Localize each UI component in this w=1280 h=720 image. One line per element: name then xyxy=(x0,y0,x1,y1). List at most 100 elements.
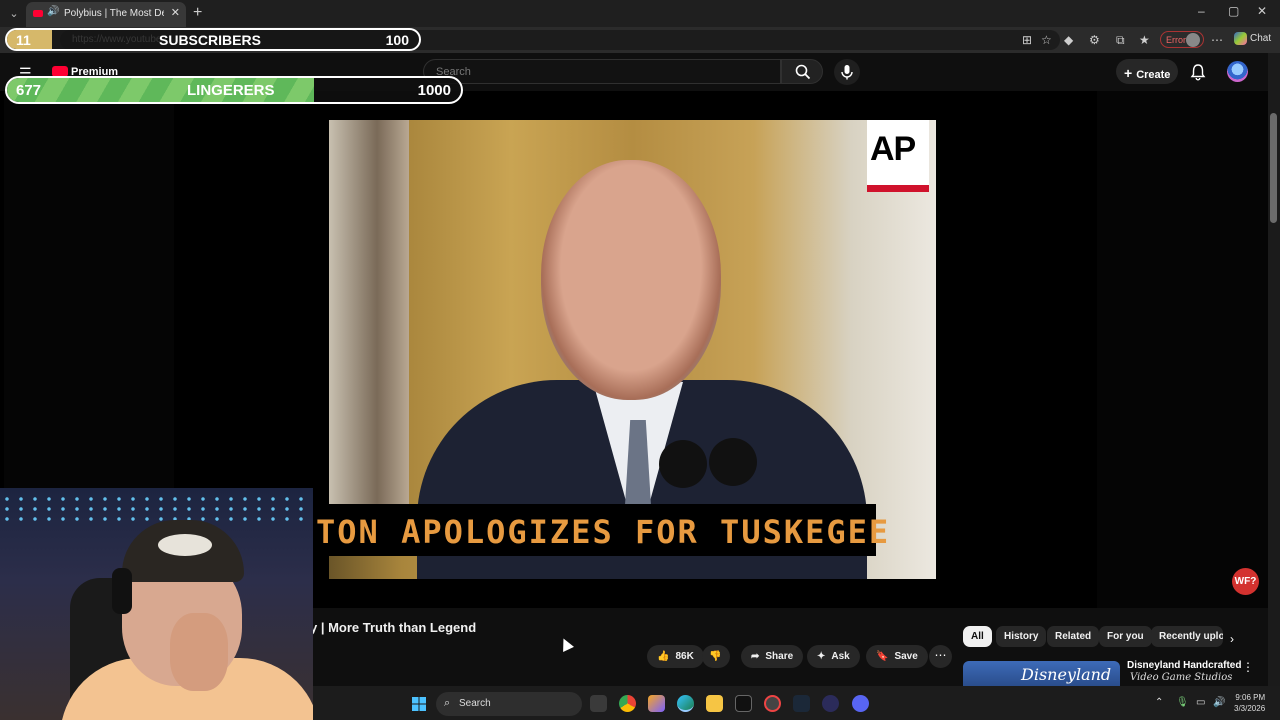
chip-for-you[interactable]: For you xyxy=(1099,626,1152,647)
podium-microphone-shape xyxy=(659,440,707,488)
browser-tab-bar: ⌄ 🔊 Polybius | The Most Deadly V ✕ + – ▢… xyxy=(0,0,1280,27)
lingerers-goal-bar: 677 LINGERERS 1000 xyxy=(5,76,463,104)
steam-icon[interactable] xyxy=(793,695,810,712)
dislike-button[interactable]: 👎 xyxy=(702,645,730,668)
youtube-favicon-icon xyxy=(33,10,43,17)
close-tab-icon[interactable]: ✕ xyxy=(171,6,180,19)
chip-related[interactable]: Related xyxy=(1047,626,1100,647)
podium-microphone-shape xyxy=(709,438,757,486)
error-label: Error xyxy=(1166,35,1186,45)
tray-overflow-icon[interactable]: ⌃ xyxy=(1155,697,1163,708)
create-button[interactable]: + Create xyxy=(1116,59,1178,84)
more-options-icon[interactable]: ⋯ xyxy=(1211,33,1223,47)
subscribers-current: 11 xyxy=(16,32,31,48)
lingerers-target: 1000 xyxy=(417,82,451,99)
recommended-video-thumbnail[interactable]: Disneyland xyxy=(963,661,1120,686)
tab-actions-menu-icon[interactable]: ⌄ xyxy=(5,5,23,23)
create-label: Create xyxy=(1136,69,1171,81)
lingerers-label: LINGERERS xyxy=(187,82,275,99)
search-icon xyxy=(795,64,811,80)
streamer-hand-shape xyxy=(170,613,228,691)
flag-shape xyxy=(329,120,409,540)
profile-avatar[interactable] xyxy=(1186,33,1200,47)
split-screen-icon[interactable]: ⧉ xyxy=(1116,33,1125,48)
copilot-chat-button[interactable]: Chat xyxy=(1234,32,1271,45)
chat-label: Chat xyxy=(1250,33,1272,45)
discord-icon[interactable] xyxy=(852,695,869,712)
recommended-video-title[interactable]: Disneyland Handcrafted xyxy=(1127,660,1241,671)
sparkle-icon: ✦ xyxy=(817,651,826,662)
volume-icon[interactable]: 🔊 xyxy=(1213,697,1225,708)
speaker-icon[interactable]: 🔊 xyxy=(47,6,59,17)
microphone-icon xyxy=(841,65,853,80)
taskbar-clock[interactable]: 9:06 PM 3/3/2026 xyxy=(1234,692,1265,714)
more-actions-button[interactable]: ⋯ xyxy=(929,645,952,668)
search-input[interactable]: Search xyxy=(423,59,781,84)
chip-history[interactable]: History xyxy=(996,626,1047,647)
share-arrow-icon: ➦ xyxy=(751,651,760,662)
scrollbar-thumb[interactable] xyxy=(1270,113,1277,223)
app-available-icon[interactable]: ⊞ xyxy=(1022,33,1032,47)
string-lights-decoration xyxy=(0,494,313,524)
favorite-star-icon[interactable]: ☆ xyxy=(1041,33,1052,47)
clock-date: 3/3/2026 xyxy=(1234,704,1266,713)
plus-icon: + xyxy=(1124,65,1133,81)
extension-diamond-icon[interactable]: ◆ xyxy=(1064,33,1073,47)
like-button[interactable]: 👍 86K xyxy=(647,645,704,668)
headset-shape xyxy=(112,568,132,614)
search-icon: ⌕ xyxy=(444,697,451,709)
more-dots-icon: ⋯ xyxy=(934,648,947,662)
chevron-right-icon[interactable]: › xyxy=(1230,632,1234,646)
close-window-button[interactable]: ✕ xyxy=(1257,4,1267,18)
task-view-icon[interactable] xyxy=(590,695,607,712)
share-button[interactable]: ➦ Share xyxy=(741,645,804,668)
search-button[interactable] xyxy=(781,59,823,84)
browser-tab-active[interactable]: 🔊 Polybius | The Most Deadly V ✕ xyxy=(26,2,186,27)
extension-puzzle-icon[interactable]: ⚙ xyxy=(1089,33,1100,47)
wf-badge[interactable]: WF? xyxy=(1232,568,1259,595)
taskbar-search[interactable]: ⌕ Search xyxy=(436,692,582,716)
ap-logo-bar xyxy=(867,185,929,192)
minimize-button[interactable]: – xyxy=(1198,4,1205,18)
obs-icon[interactable] xyxy=(822,695,839,712)
favorites-icon[interactable]: ★ xyxy=(1139,33,1150,47)
microphone-tray-icon[interactable]: 🎙 xyxy=(1176,697,1189,708)
bookmark-icon: 🔖 xyxy=(876,651,889,662)
share-label: Share xyxy=(765,651,794,662)
chip-all[interactable]: All xyxy=(963,626,992,647)
chrome-icon[interactable] xyxy=(619,695,636,712)
edge-icon[interactable] xyxy=(677,695,694,712)
player-letterbox-right xyxy=(1097,91,1268,608)
chip-recently-uploaded[interactable]: Recently uplo xyxy=(1151,626,1223,647)
voice-search-button[interactable] xyxy=(834,59,860,85)
video-lower-third: TON APOLOGIZES FOR TUSKEGEE xyxy=(310,504,888,556)
recording-app-icon[interactable] xyxy=(764,695,781,712)
windows-start-icon[interactable] xyxy=(412,697,426,711)
thumbs-down-icon: 👎 xyxy=(709,651,722,662)
ap-logo-text: AP xyxy=(870,130,916,168)
thumbs-up-icon: 👍 xyxy=(657,651,670,662)
save-button[interactable]: 🔖 Save xyxy=(866,645,928,668)
notifications-bell-icon[interactable] xyxy=(1189,63,1207,81)
new-tab-button[interactable]: + xyxy=(193,4,202,22)
file-explorer-icon[interactable] xyxy=(706,695,723,712)
subscribers-target: 100 xyxy=(385,32,409,48)
capcut-icon[interactable] xyxy=(735,695,752,712)
channel-watermark: Video Game Studios xyxy=(1130,672,1233,683)
video-title: y | More Truth than Legend xyxy=(310,620,477,635)
thumbnail-text: Disneyland xyxy=(1021,665,1112,684)
network-icon[interactable]: ▭ xyxy=(1196,697,1205,708)
user-avatar[interactable] xyxy=(1227,61,1248,82)
taskbar-app-icon[interactable] xyxy=(648,695,665,712)
maximize-button[interactable]: ▢ xyxy=(1228,4,1239,18)
tab-title: Polybius | The Most Deadly V xyxy=(64,8,164,19)
subscribers-label: SUBSCRIBERS xyxy=(159,32,261,48)
cap-logo-shape xyxy=(158,534,212,556)
recommendation-menu-icon[interactable]: ⋮ xyxy=(1242,660,1254,674)
save-label: Save xyxy=(894,651,918,662)
copilot-icon xyxy=(1234,32,1247,45)
page-scrollbar[interactable] xyxy=(1268,53,1280,686)
ask-button[interactable]: ✦ Ask xyxy=(807,645,860,668)
speaker-head-shape xyxy=(541,160,721,400)
clock-time: 9:06 PM xyxy=(1235,693,1266,702)
